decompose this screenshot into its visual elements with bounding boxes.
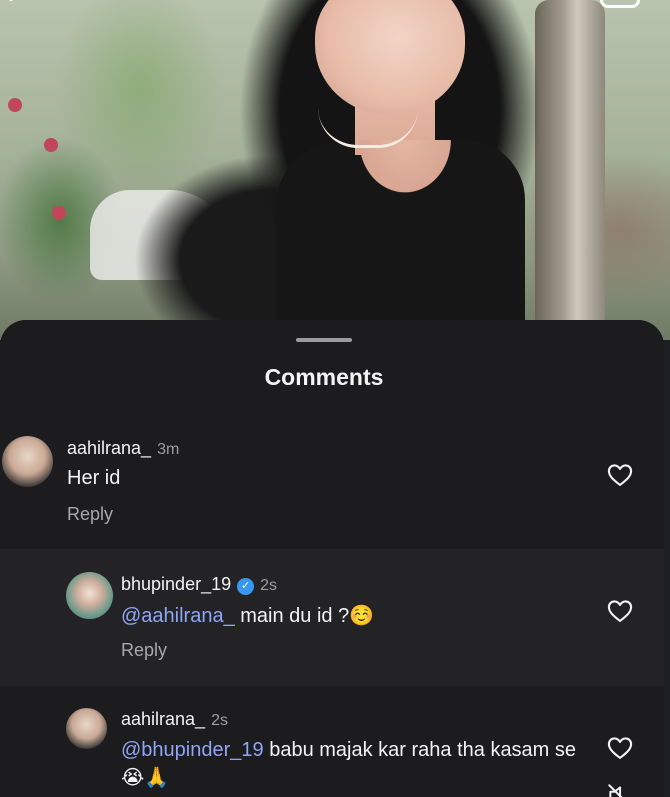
comment-time: 3m: [157, 441, 180, 458]
emoji: 😭🙏: [121, 767, 170, 789]
comment-item: aahilrana_ 2s @bhupinder_19 babu majak ka…: [0, 686, 664, 797]
comment-body: babu majak kar raha tha kasam se: [263, 739, 577, 761]
emoji: ☺️: [349, 605, 375, 627]
comment-username[interactable]: aahilrana_ 3m: [67, 438, 179, 459]
avatar[interactable]: [2, 436, 53, 487]
photo-flower: [52, 206, 66, 220]
comment-username[interactable]: aahilrana_ 2s: [121, 709, 228, 730]
heart-outline-icon[interactable]: [606, 461, 634, 489]
reel-photo[interactable]: [0, 0, 670, 340]
avatar[interactable]: [66, 708, 107, 749]
comment-item: bhupinder_19 ✓ 2s @aahilrana_ main du id ?…: [0, 549, 664, 686]
verified-badge-icon: ✓: [237, 578, 255, 595]
speaker-muted-icon[interactable]: [606, 782, 632, 797]
username-text[interactable]: aahilrana_: [121, 709, 205, 729]
heart-outline-icon[interactable]: [606, 597, 634, 625]
comment-body: main du id ?: [234, 605, 350, 627]
photo-neckline: [345, 140, 465, 235]
comment-time: 2s: [211, 712, 228, 729]
photo-flower: [8, 98, 22, 112]
drag-handle[interactable]: [296, 338, 352, 342]
mention-link[interactable]: @aahilrana_: [121, 605, 235, 627]
heart-outline-icon[interactable]: [606, 734, 634, 762]
camera-icon[interactable]: [600, 0, 640, 8]
comments-sheet: Comments aahilrana_ 3m Her id Reply bhupi…: [0, 320, 664, 797]
comment-text: @bhupinder_19 babu majak kar raha tha ka…: [121, 736, 581, 792]
username-text[interactable]: aahilrana_: [67, 438, 151, 458]
chevron-left-icon[interactable]: [6, 0, 26, 16]
username-text[interactable]: bhupinder_19: [121, 574, 231, 594]
avatar[interactable]: [66, 572, 113, 619]
sheet-title: Comments: [264, 364, 384, 390]
comment-item: aahilrana_ 3m Her id Reply: [0, 416, 664, 549]
mention-link[interactable]: @bhupinder_19: [121, 739, 264, 761]
comment-text: Her id: [67, 467, 121, 489]
reply-button[interactable]: Reply: [67, 504, 113, 525]
comment-username[interactable]: bhupinder_19 ✓ 2s: [121, 574, 277, 595]
photo-flower: [44, 138, 58, 152]
reply-button[interactable]: Reply: [121, 640, 167, 661]
comment-text: @aahilrana_ main du id ?☺️: [121, 602, 374, 630]
comment-time: 2s: [260, 577, 278, 594]
